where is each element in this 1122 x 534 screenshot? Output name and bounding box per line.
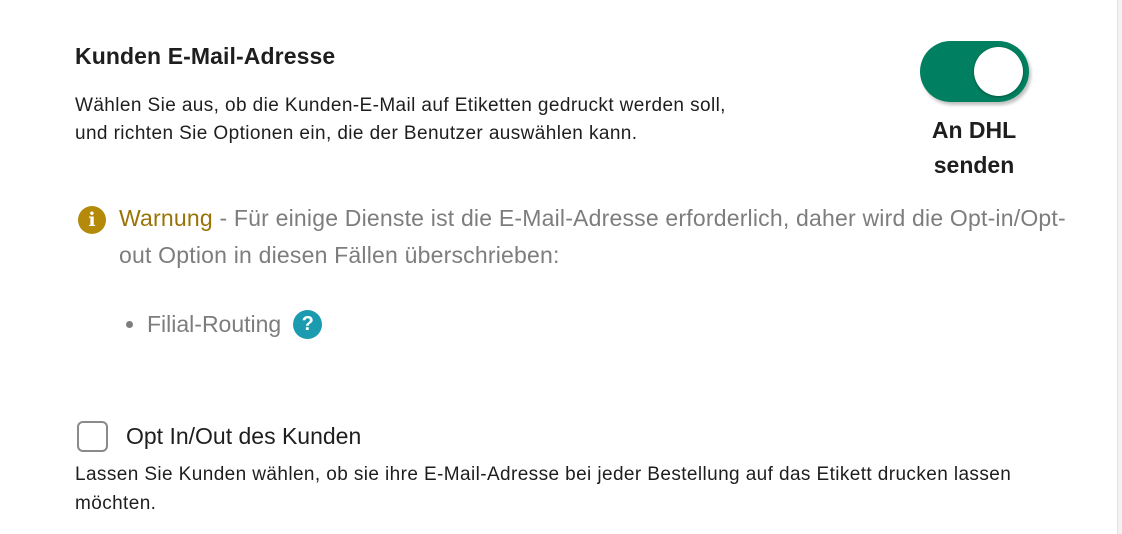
- section-description: Wählen Sie aus, ob die Kunden-E-Mail auf…: [75, 95, 726, 144]
- send-to-dhl-toggle[interactable]: [920, 41, 1029, 102]
- section-title: Kunden E-Mail-Adresse: [75, 43, 336, 69]
- warning-label: Warnung: [119, 205, 213, 231]
- opt-in-out-label[interactable]: Opt In/Out des Kunden: [126, 421, 361, 452]
- settings-card: Kunden E-Mail-Adresse Wählen Sie aus, ob…: [0, 0, 1118, 534]
- bullet-icon: [126, 321, 133, 328]
- toggle-knob: [974, 47, 1023, 96]
- toggle-label: An DHL senden: [931, 117, 1017, 178]
- warning-text: - Für einige Dienste ist die E-Mail-Adre…: [119, 205, 1066, 268]
- opt-in-out-checkbox[interactable]: [77, 421, 108, 452]
- override-services-list: Filial-Routing ?: [124, 307, 323, 341]
- list-item: Filial-Routing ?: [124, 307, 323, 341]
- warning-message: Warnung - Für einige Dienste ist die E-M…: [119, 200, 1079, 274]
- list-item-label: Filial-Routing: [147, 311, 282, 337]
- info-icon: i: [78, 206, 106, 234]
- opt-in-out-description: Lassen Sie Kunden wählen, ob sie ihre E-…: [75, 464, 1012, 514]
- question-icon[interactable]: ?: [293, 309, 323, 339]
